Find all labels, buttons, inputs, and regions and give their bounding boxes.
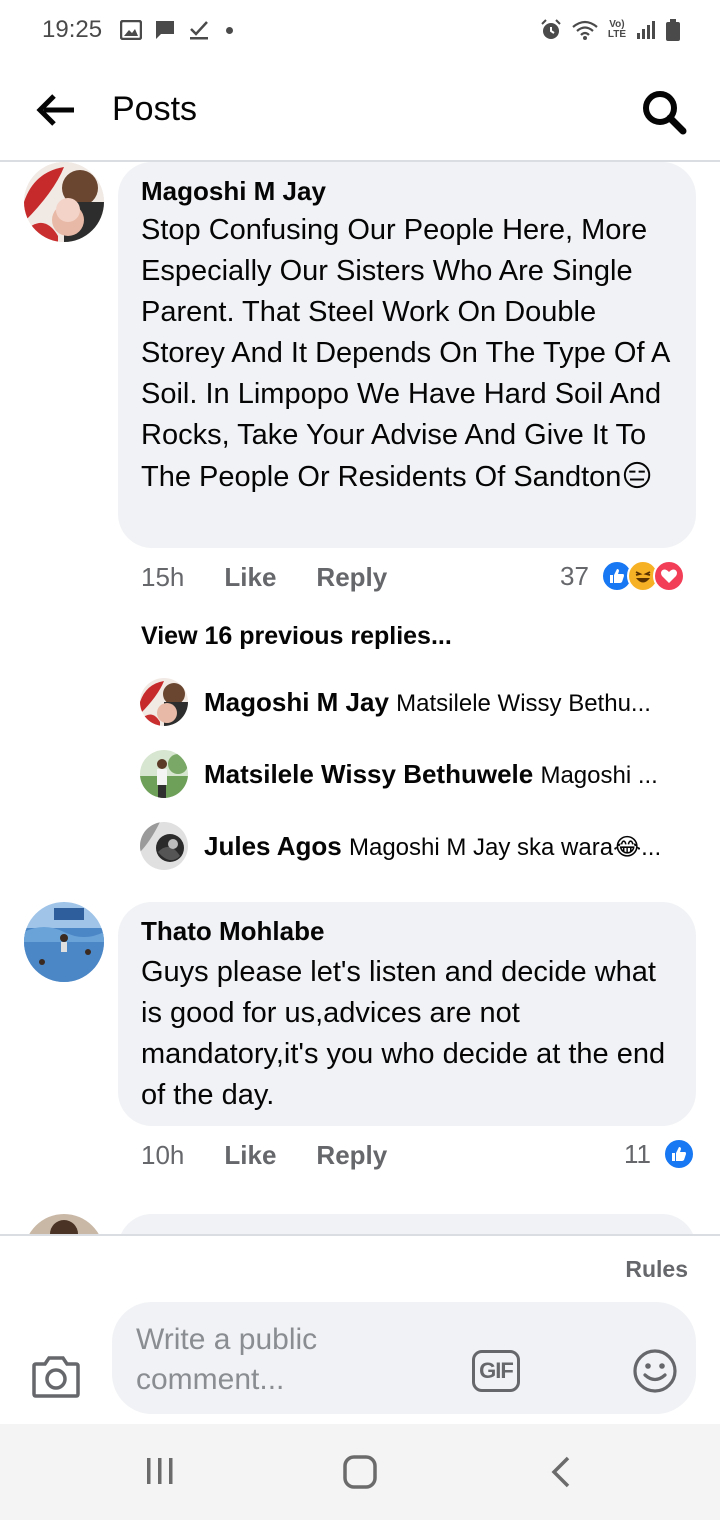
- comment-author[interactable]: Thato Mohlabe: [141, 916, 324, 947]
- gif-button[interactable]: GIF: [472, 1350, 520, 1392]
- avatar[interactable]: [140, 678, 188, 726]
- arrow-left-icon[interactable]: [36, 92, 76, 128]
- avatar[interactable]: [24, 1214, 104, 1234]
- volte-icon: Vo) LTE: [607, 19, 626, 40]
- love-reaction-icon: [652, 560, 685, 592]
- status-time: 19:25: [42, 16, 103, 43]
- comment-time[interactable]: 10h: [141, 1140, 184, 1171]
- battery-icon: [666, 19, 680, 41]
- system-nav-bar: [0, 1424, 720, 1520]
- status-notification-icons: [120, 19, 234, 41]
- view-previous-replies-link[interactable]: View 16 previous replies...: [141, 622, 452, 651]
- home-icon[interactable]: [342, 1454, 378, 1490]
- reply-item[interactable]: Magoshi M Jay Matsilele Wissy Bethu...: [140, 678, 700, 726]
- avatar[interactable]: [24, 902, 104, 982]
- comment-actions: 10h Like Reply: [141, 1140, 387, 1171]
- rules-link[interactable]: Rules: [625, 1256, 688, 1283]
- comment-bubble[interactable]: [118, 1214, 696, 1234]
- recent-apps-icon[interactable]: [143, 1454, 177, 1488]
- like-button[interactable]: Like: [224, 562, 276, 593]
- comment-text: Stop Confusing Our People Here, More Esp…: [141, 214, 669, 493]
- dot-icon: [226, 26, 234, 34]
- reaction-count: 37: [560, 560, 589, 591]
- page-title: Posts: [112, 90, 198, 128]
- comment-author[interactable]: Magoshi M Jay: [141, 176, 326, 207]
- alarm-icon: [541, 19, 561, 39]
- reply-author[interactable]: Jules Agos: [204, 831, 342, 861]
- signal-icon: [637, 21, 655, 39]
- smiley-icon[interactable]: [632, 1348, 678, 1394]
- comment-actions: 15h Like Reply: [141, 562, 387, 593]
- reply-item[interactable]: Jules Agos Magoshi M Jay ska wara😂...: [140, 822, 700, 870]
- comment-input[interactable]: Write a public comment... GIF: [112, 1302, 696, 1414]
- avatar[interactable]: [140, 822, 188, 870]
- reaction-summary[interactable]: 11: [624, 1138, 695, 1170]
- reply-item[interactable]: Matsilele Wissy Bethuwele Magoshi ...: [140, 750, 700, 798]
- reply-snippet: Magoshi M Jay ska wara😂...: [348, 833, 662, 861]
- reaction-count: 11: [624, 1138, 651, 1169]
- search-icon[interactable]: [640, 88, 688, 136]
- camera-icon[interactable]: [32, 1354, 80, 1398]
- comment-bubble[interactable]: Thato Mohlabe Guys please let's listen a…: [118, 902, 696, 1126]
- chat-icon: [156, 21, 175, 39]
- comment-composer: Rules Write a public comment... GIF: [0, 1234, 720, 1424]
- reply-snippet: Magoshi ...: [540, 761, 658, 789]
- wifi-icon: [572, 20, 598, 40]
- comments-feed[interactable]: Magoshi M Jay Stop Confusing Our People …: [0, 162, 720, 1234]
- comment-text: Guys please let's listen and decide what…: [141, 956, 666, 1111]
- avatar[interactable]: [24, 162, 104, 242]
- check-icon: [190, 21, 209, 40]
- reaction-summary[interactable]: 37: [560, 560, 685, 592]
- comment-placeholder: Write a public comment...: [136, 1323, 318, 1396]
- reply-author[interactable]: Magoshi M Jay: [204, 687, 389, 717]
- comment-time[interactable]: 15h: [141, 562, 184, 593]
- reply-button[interactable]: Reply: [316, 1140, 387, 1171]
- reply-button[interactable]: Reply: [316, 562, 387, 593]
- app-header: Posts: [0, 60, 720, 162]
- like-reaction-icon: [663, 1138, 695, 1170]
- like-button[interactable]: Like: [224, 1140, 276, 1171]
- gallery-icon: [120, 20, 143, 40]
- reply-author[interactable]: Matsilele Wissy Bethuwele: [204, 759, 533, 789]
- expressionless-emoji: 😑: [621, 460, 653, 493]
- status-system-icons: Vo) LTE: [540, 19, 680, 41]
- back-icon[interactable]: [548, 1454, 574, 1490]
- avatar[interactable]: [140, 750, 188, 798]
- comment-bubble[interactable]: Magoshi M Jay Stop Confusing Our People …: [118, 162, 696, 548]
- status-bar: 19:25 Vo) LTE: [0, 0, 720, 60]
- reply-snippet: Matsilele Wissy Bethu...: [396, 689, 651, 717]
